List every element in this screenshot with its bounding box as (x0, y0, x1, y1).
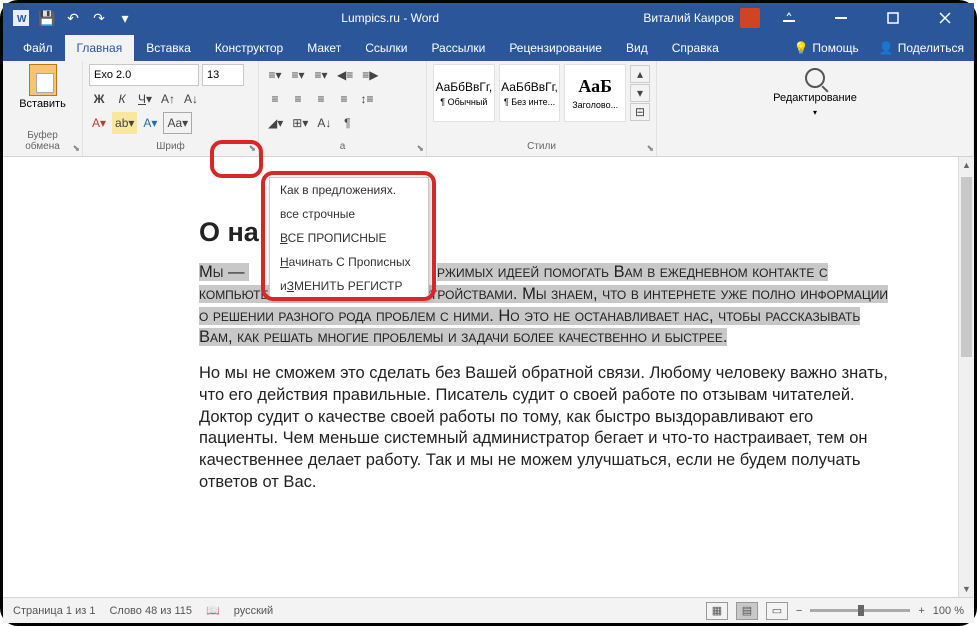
styles-down-icon[interactable]: ▾ (630, 84, 650, 102)
minimize-icon[interactable] (818, 3, 864, 33)
font-size-select[interactable]: 13 (202, 64, 244, 86)
window-title: Lumpics.ru - Word (137, 11, 643, 25)
undo-icon[interactable]: ↶ (61, 6, 85, 30)
share-button[interactable]: 👤 Поделиться (869, 35, 974, 61)
proofing-icon[interactable]: 📖 (206, 604, 220, 617)
tab-references[interactable]: Ссылки (353, 35, 419, 61)
scroll-up-icon[interactable]: ▲ (959, 157, 974, 173)
font-launcher-icon[interactable]: ⬊ (248, 143, 256, 154)
justify-button[interactable]: ≡ (334, 88, 354, 110)
increase-indent-button[interactable]: ≡▶ (359, 64, 381, 86)
status-words[interactable]: Слово 48 из 115 (109, 605, 192, 617)
tab-file[interactable]: Файл (11, 35, 65, 61)
qat-more-icon[interactable]: ▾ (113, 6, 137, 30)
bold-button[interactable]: Ж (89, 88, 109, 110)
tab-layout[interactable]: Макет (295, 35, 353, 61)
document-body[interactable]: О на Мы — ржимых идеей помогать Вам в еж… (3, 157, 958, 528)
view-read-icon[interactable]: ▦ (706, 602, 728, 620)
dd-lowercase[interactable]: все строчные (270, 202, 428, 226)
paste-button[interactable]: Вставить (22, 64, 64, 110)
style-normal[interactable]: АаБбВвГг,¶ Обычный (433, 64, 495, 122)
multilevel-button[interactable]: ≡▾ (311, 64, 331, 86)
user-account[interactable]: Виталий Каиров (643, 8, 760, 28)
zoom-level[interactable]: 100 % (933, 605, 964, 617)
highlight-button[interactable]: ab▾ (112, 112, 137, 134)
underline-button[interactable]: Ч ▾ (135, 88, 155, 110)
clipboard-icon (29, 64, 57, 96)
status-page[interactable]: Страница 1 из 1 (13, 605, 95, 617)
tab-mailings[interactable]: Рассылки (419, 35, 497, 61)
numbering-button[interactable]: ≡▾ (288, 64, 308, 86)
tab-view[interactable]: Вид (614, 35, 660, 61)
editing-button[interactable]: Редактирование ▾ (663, 64, 967, 121)
ribbon-options-icon[interactable] (766, 3, 812, 33)
zoom-slider[interactable] (810, 609, 910, 612)
close-icon[interactable] (922, 3, 968, 33)
tab-insert[interactable]: Вставка (134, 35, 203, 61)
styles-launcher-icon[interactable]: ⬊ (646, 143, 654, 154)
align-center-button[interactable]: ≡ (288, 88, 308, 110)
word-icon: W (9, 6, 33, 30)
titlebar: W 💾 ↶ ↷ ▾ Lumpics.ru - Word Виталий Каир… (3, 3, 974, 33)
styles-up-icon[interactable]: ▴ (630, 65, 650, 83)
group-font: Шриф (89, 141, 252, 154)
grow-font-button[interactable]: A↑ (158, 88, 178, 110)
dd-uppercase[interactable]: ВВСЕ ПРОПИСНЫЕСЕ ПРОПИСНЫЕ (270, 226, 428, 250)
shrink-font-button[interactable]: A↓ (181, 88, 201, 110)
scroll-thumb[interactable] (961, 177, 972, 357)
tab-design[interactable]: Конструктор (203, 35, 295, 61)
group-paragraph: а (265, 141, 420, 154)
zoom-in-button[interactable]: + (918, 605, 924, 617)
align-left-button[interactable]: ≡ (265, 88, 285, 110)
view-web-icon[interactable]: ▭ (766, 602, 788, 620)
document-viewport: О на Мы — ржимых идеей помогать Вам в еж… (3, 157, 958, 597)
view-print-icon[interactable]: ▤ (736, 602, 758, 620)
borders-button[interactable]: ⊞▾ (289, 112, 311, 134)
bullets-button[interactable]: ≡▾ (265, 64, 285, 86)
user-name: Виталий Каиров (643, 11, 734, 25)
doc-paragraph-2: Но мы не сможем это сделать без Вашей об… (199, 363, 888, 494)
align-right-button[interactable]: ≡ (311, 88, 331, 110)
font-color-button[interactable]: A▾ (89, 112, 109, 134)
italic-button[interactable]: К (112, 88, 132, 110)
group-clipboard: Буфер обмена (9, 130, 76, 154)
tab-home[interactable]: Главная (65, 35, 135, 61)
redo-icon[interactable]: ↷ (87, 6, 111, 30)
avatar (740, 8, 760, 28)
line-spacing-button[interactable]: ↕≡ (357, 88, 377, 110)
status-language[interactable]: русский (234, 605, 273, 617)
svg-text:W: W (17, 14, 27, 25)
font-name-select[interactable]: Exo 2.0 (89, 64, 199, 86)
tab-help[interactable]: Справка (660, 35, 731, 61)
ribbon-tabs: Файл Главная Вставка Конструктор Макет С… (3, 33, 974, 61)
style-heading1[interactable]: АаБЗаголово... (564, 64, 626, 122)
change-case-button[interactable]: Aa ▾ (163, 112, 192, 134)
ribbon: Вставить Буфер обмена ⬊ Exo 2.0 13 Ж К Ч… (3, 61, 974, 157)
scroll-down-icon[interactable]: ▼ (959, 581, 974, 597)
dd-sentence-case[interactable]: Как в предложениях. (270, 178, 428, 202)
tell-me[interactable]: 💡 Помощь (783, 35, 868, 61)
style-no-spacing[interactable]: АаБбВвГг,¶ Без инте... (499, 64, 561, 122)
dd-capitalize[interactable]: Начинать С ПрописныхНачинать С Прописных (270, 250, 428, 274)
change-case-dropdown: Как в предложениях. все строчные ВВСЕ ПР… (269, 177, 429, 299)
vertical-scrollbar[interactable]: ▲ ▼ (958, 157, 974, 597)
show-marks-button[interactable]: ¶ (337, 112, 357, 134)
sort-button[interactable]: A↓ (314, 112, 334, 134)
maximize-icon[interactable] (870, 3, 916, 33)
styles-more-icon[interactable]: ⊟ (630, 103, 650, 121)
group-styles: Стили (433, 141, 650, 154)
shading-button[interactable]: ◢▾ (265, 112, 286, 134)
save-icon[interactable]: 💾 (35, 6, 59, 30)
dd-toggle-case[interactable]: иЗМЕНИТЬ РЕГИСТРиЗМЕНИТЬ РЕГИСТР (270, 274, 428, 298)
search-icon (805, 68, 825, 88)
decrease-indent-button[interactable]: ◀≡ (334, 64, 356, 86)
zoom-out-button[interactable]: − (796, 605, 802, 617)
clipboard-launcher-icon[interactable]: ⬊ (72, 143, 80, 154)
paragraph-launcher-icon[interactable]: ⬊ (416, 143, 424, 154)
text-effects-button[interactable]: A▾ (140, 112, 160, 134)
statusbar: Страница 1 из 1 Слово 48 из 115 📖 русски… (3, 597, 974, 623)
tab-review[interactable]: Рецензирование (497, 35, 614, 61)
